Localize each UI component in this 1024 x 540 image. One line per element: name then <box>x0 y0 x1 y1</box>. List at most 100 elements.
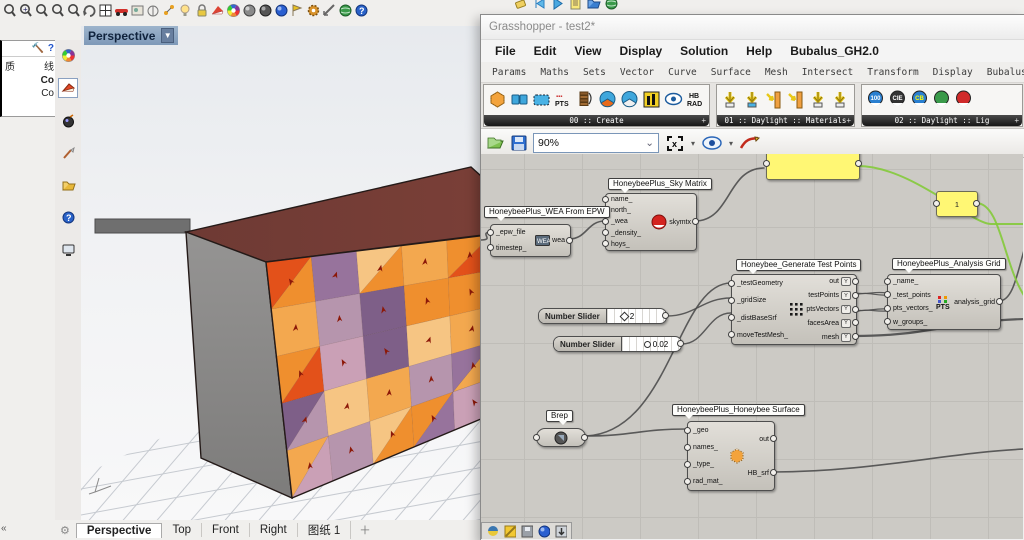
menu-edit[interactable]: Edit <box>526 42 565 60</box>
pts-icon[interactable]: ▪▪▪ PTS <box>554 90 573 110</box>
color-wheel-icon[interactable] <box>226 3 241 18</box>
view-tab-1[interactable]: Top <box>162 523 202 537</box>
sync-icon[interactable] <box>604 0 619 11</box>
lock-icon[interactable] <box>194 3 209 18</box>
named-view-icon[interactable] <box>130 3 145 18</box>
view-tab-3[interactable]: Right <box>250 523 298 537</box>
warning-icon[interactable] <box>503 525 516 538</box>
folder-blue-icon[interactable] <box>586 0 601 11</box>
output-port[interactable] <box>852 277 859 285</box>
menu-solution[interactable]: Solution <box>672 42 736 60</box>
grasshopper-titlebar[interactable]: Grasshopper - test2* <box>481 15 1024 40</box>
zoom-window-icon[interactable] <box>50 3 65 18</box>
grasshopper-canvas[interactable]: HoneybeePlus_WEA From EPW _epw_file timest… <box>481 154 1023 539</box>
save-icon[interactable] <box>511 135 527 151</box>
save-icon[interactable] <box>520 525 533 538</box>
slider-track[interactable]: 0.02 <box>621 337 681 351</box>
view-tab-2[interactable]: Front <box>202 523 250 537</box>
hbrad-icon[interactable]: HB RAD <box>686 90 705 110</box>
view-tab-perspective[interactable]: Perspective <box>75 522 163 538</box>
car-icon[interactable] <box>114 3 129 18</box>
tab-maths[interactable]: Maths <box>533 65 576 80</box>
output-port[interactable] <box>677 340 684 347</box>
barrow2-icon[interactable] <box>787 90 806 110</box>
shaded-sphere-icon[interactable] <box>242 3 257 18</box>
output-port[interactable] <box>770 435 777 442</box>
add-view-icon[interactable]: ＋ <box>359 522 371 538</box>
rendered-sphere-icon[interactable] <box>258 3 273 18</box>
help-icon[interactable]: ? <box>59 208 77 226</box>
viewport-title-tab[interactable]: Perspective ▼ <box>84 26 178 45</box>
output-port[interactable] <box>852 305 859 313</box>
output-port[interactable] <box>770 469 777 476</box>
display-mode-icon[interactable] <box>58 78 78 98</box>
color-wheel-icon[interactable] <box>59 46 77 64</box>
gh-node-honeybeeplus-wea-from-epw[interactable]: _epw_file timestep_ WEA wea <box>490 224 571 257</box>
expand-icon[interactable]: + <box>846 116 851 125</box>
zoom-icon[interactable] <box>2 3 17 18</box>
tab-display[interactable]: Display <box>926 65 980 80</box>
render-sphere-icon[interactable] <box>59 112 77 130</box>
slider-handle[interactable] <box>619 311 630 321</box>
output-port[interactable] <box>692 218 699 225</box>
tab-vector[interactable]: Vector <box>613 65 661 80</box>
yarrow3-icon[interactable] <box>809 90 828 110</box>
folder-icon[interactable] <box>59 176 77 194</box>
blue-sphere-icon[interactable] <box>274 3 289 18</box>
tab-surface[interactable]: Surface <box>704 65 758 80</box>
gh-node-honeybeeplus-sky-matrix[interactable]: name_ north_ _wea _density_ hoys_ skymtx <box>605 193 697 251</box>
barrow-icon[interactable] <box>765 90 784 110</box>
bRED-icon[interactable] <box>954 90 973 110</box>
eraser-icon[interactable] <box>514 0 529 11</box>
input-port[interactable] <box>602 195 609 203</box>
output-param-badge[interactable]: Y <box>841 291 851 301</box>
hexagon-icon[interactable] <box>488 90 507 110</box>
gear-icon[interactable] <box>306 3 321 18</box>
tab-params[interactable]: Params <box>485 65 533 80</box>
chevron-down-icon[interactable]: ▾ <box>729 139 733 148</box>
output-port[interactable] <box>566 236 573 244</box>
slider-track[interactable]: 2 <box>606 309 666 323</box>
output-port[interactable] <box>855 160 862 167</box>
input-port[interactable] <box>684 460 691 468</box>
menu-display[interactable]: Display <box>611 42 670 60</box>
zoom-level-combo[interactable]: 90% ⌄ <box>533 133 659 153</box>
zoom-extents-icon[interactable]: x <box>665 134 685 152</box>
input-port[interactable] <box>533 433 540 441</box>
tab-sets[interactable]: Sets <box>576 65 613 80</box>
menu-help[interactable]: Help <box>738 42 780 60</box>
input-port[interactable] <box>487 228 494 236</box>
tab-transform[interactable]: Transform <box>860 65 925 80</box>
brectd-icon[interactable] <box>532 90 551 110</box>
input-port[interactable] <box>728 279 735 287</box>
brect-icon[interactable] <box>510 90 529 110</box>
input-port[interactable] <box>602 218 609 225</box>
eye-icon[interactable] <box>664 90 683 110</box>
expand-icon[interactable]: + <box>701 116 706 125</box>
expand-icon[interactable]: + <box>1014 116 1019 125</box>
chevron-down-icon[interactable]: ▼ <box>161 28 174 43</box>
slider-handle[interactable] <box>643 340 651 348</box>
step-icon[interactable] <box>532 0 547 11</box>
undo-view-icon[interactable] <box>82 3 97 18</box>
tab-mesh[interactable]: Mesh <box>758 65 795 80</box>
input-port[interactable] <box>684 426 691 434</box>
lamp-icon[interactable] <box>178 3 193 18</box>
measure-icon[interactable] <box>322 3 337 18</box>
output-port[interactable] <box>581 433 588 441</box>
tab-bubalus-gh2-0[interactable]: Bubalus_GH2.0 <box>980 65 1024 80</box>
viewport-layout-icon[interactable] <box>98 3 113 18</box>
number-slider-gridsize[interactable]: Number Slider 2 <box>538 308 667 324</box>
output-param-badge[interactable]: Y <box>841 304 851 314</box>
menu-view[interactable]: View <box>566 42 609 60</box>
gh-panel-small[interactable]: 1 <box>936 191 978 217</box>
b100-icon[interactable]: 100 <box>866 90 885 110</box>
input-port[interactable] <box>933 200 940 207</box>
zoom-dynamic-icon[interactable] <box>34 3 49 18</box>
bCIE-icon[interactable]: CIE <box>888 90 907 110</box>
yarrow-icon[interactable] <box>721 90 740 110</box>
gh-panel-big[interactable] <box>766 154 860 180</box>
help-icon[interactable]: ? <box>48 43 54 54</box>
input-port[interactable] <box>728 296 735 304</box>
cone-icon[interactable] <box>210 3 225 18</box>
